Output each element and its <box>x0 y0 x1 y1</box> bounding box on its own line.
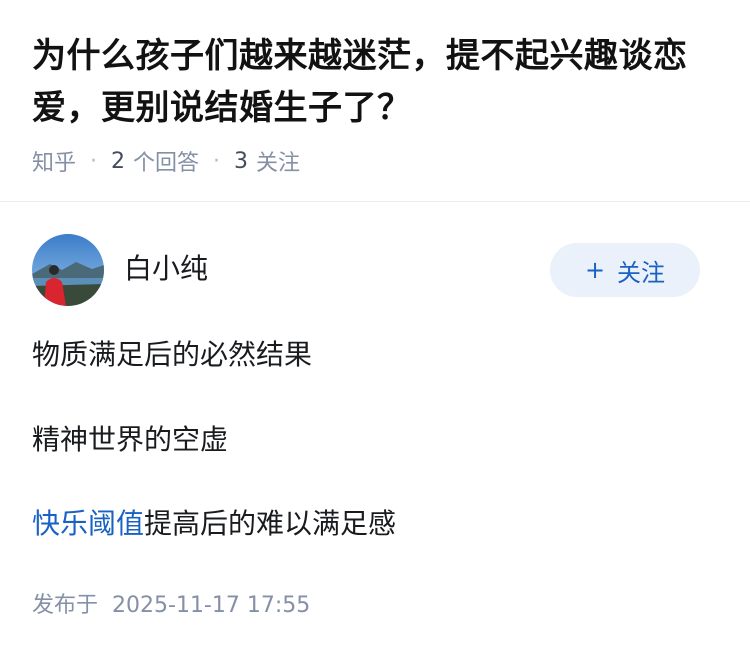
answer-count: 2 <box>111 148 126 174</box>
follow-button[interactable]: + 关注 <box>550 243 700 297</box>
avatar[interactable] <box>32 234 104 306</box>
question-header: 为什么孩子们越来越迷茫，提不起兴趣谈恋爱，更别说结婚生子了？ 知乎 · 2 个回… <box>0 0 750 176</box>
section-divider <box>0 201 750 202</box>
answer-count-label[interactable]: 个回答 <box>133 145 199 177</box>
source-label[interactable]: 知乎 <box>32 145 76 177</box>
answer-paragraph: 精神世界的空虚 <box>32 423 229 456</box>
author-name[interactable]: 白小纯 <box>124 247 550 287</box>
publish-label: 发布于 <box>32 593 99 618</box>
meta-separator: · <box>90 148 98 174</box>
follower-count: 3 <box>234 148 249 174</box>
follow-button-label: 关注 <box>617 258 666 287</box>
paragraph-text: 提高后的难以满足感 <box>144 507 397 540</box>
publish-time: 发布于 2025-11-17 17:55 <box>32 587 310 619</box>
avatar-photo-icon <box>32 234 104 306</box>
answer-paragraph: 快乐阈值提高后的难以满足感 <box>32 504 396 544</box>
question-title[interactable]: 为什么孩子们越来越迷茫，提不起兴趣谈恋爱，更别说结婚生子了？ <box>32 30 718 134</box>
answer-card: 白小纯 + 关注 物质满足后的必然结果 精神世界的空虚 快乐阈值提高后的难以满足… <box>32 234 700 618</box>
publish-date: 2025-11-17 17:55 <box>112 593 311 618</box>
follower-count-label[interactable]: 关注 <box>256 145 300 177</box>
plus-icon: + <box>584 256 606 284</box>
question-meta: 知乎 · 2 个回答 · 3 关注 <box>32 145 718 177</box>
meta-separator: · <box>213 148 221 174</box>
keyword-link[interactable]: 快乐阈值 <box>32 507 144 540</box>
author-row: 白小纯 + 关注 <box>32 234 700 306</box>
answer-paragraph: 物质满足后的必然结果 <box>32 338 313 371</box>
